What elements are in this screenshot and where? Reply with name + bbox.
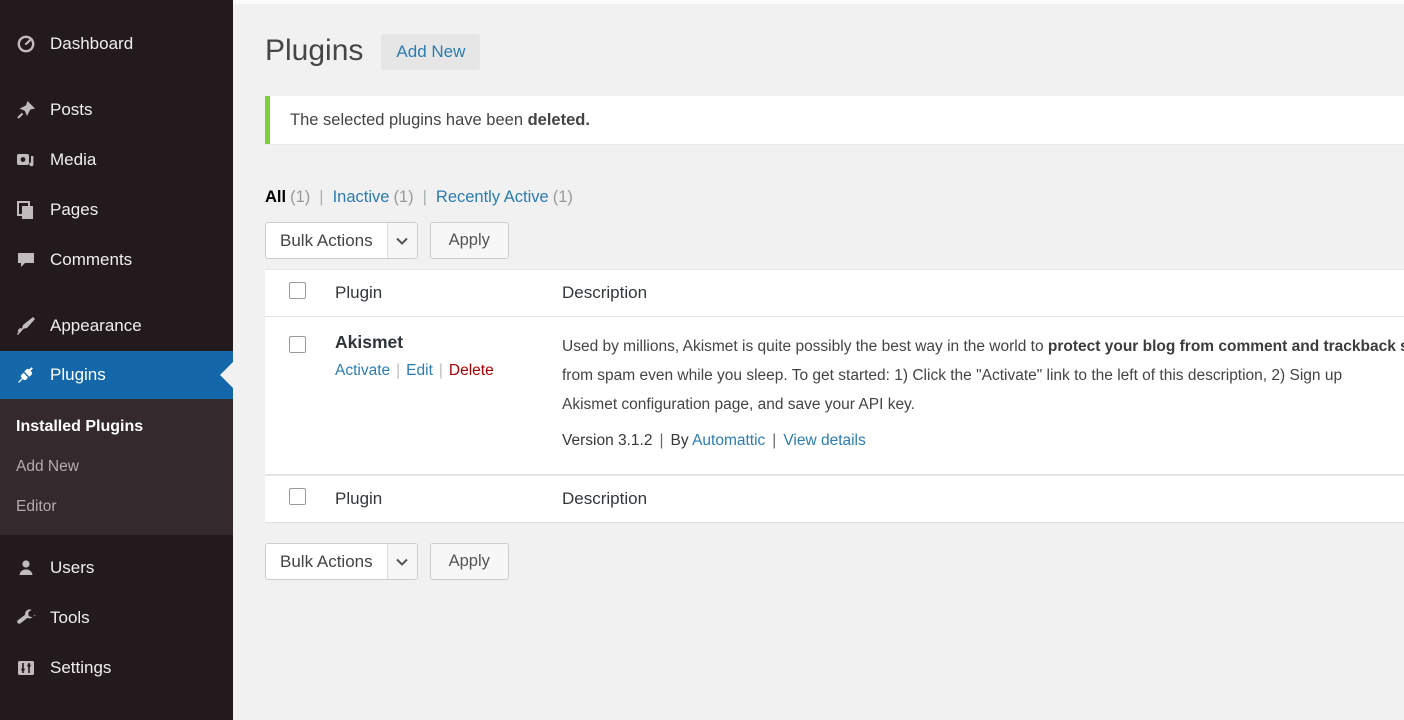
sidebar-item-appearance[interactable]: Appearance — [0, 301, 233, 351]
column-footer-description: Description — [562, 489, 647, 508]
sidebar-item-comments[interactable]: Comments — [0, 235, 233, 285]
tools-icon — [15, 607, 37, 629]
submenu-item-label: Installed Plugins — [16, 418, 143, 436]
filter-separator: | — [319, 188, 323, 207]
sidebar-item-label: Plugins — [50, 365, 106, 385]
description-text: Used by millions, Akismet is quite possi… — [562, 338, 1048, 355]
plugin-status-filters: All(1) | Inactive(1) | Recently Active(1… — [265, 188, 1404, 207]
select-all-checkbox[interactable] — [289, 282, 306, 299]
plugins-submenu: Installed Plugins Add New Editor — [0, 399, 233, 535]
by-label: By — [671, 432, 689, 449]
sidebar-item-label: Media — [50, 150, 96, 170]
activate-link[interactable]: Activate — [335, 362, 390, 379]
meta-separator: | — [659, 432, 663, 449]
filter-count: (1) — [393, 188, 413, 207]
filter-all-link[interactable]: All — [265, 188, 286, 207]
sidebar-item-plugins[interactable]: Plugins — [0, 351, 233, 399]
plugin-meta-line: Version 3.1.2 | By Automattic | View details — [562, 432, 1404, 450]
chevron-down-icon — [387, 223, 417, 258]
collapse-menu-button[interactable]: Collapse menu — [0, 705, 233, 720]
filter-inactive-link[interactable]: Inactive — [333, 188, 390, 207]
plugins-table: Plugin Description Akismet Activate | Edit… — [265, 269, 1404, 523]
column-header-description: Description — [562, 283, 647, 302]
table-header-row: Plugin Description — [265, 269, 1404, 317]
success-notice: The selected plugins have been deleted. — [265, 96, 1404, 144]
row-actions: Activate | Edit | Delete — [335, 362, 562, 380]
notice-text: The selected plugins have been — [290, 111, 528, 129]
settings-icon — [15, 657, 37, 679]
filter-separator: | — [423, 188, 427, 207]
author-link[interactable]: Automattic — [692, 432, 765, 449]
sidebar-item-label: Settings — [50, 658, 111, 678]
table-row-akismet: Akismet Activate | Edit | Delete Used by mil… — [265, 317, 1404, 475]
bulk-actions-top: Bulk Actions Apply — [265, 222, 1404, 259]
view-details-link[interactable]: View details — [783, 432, 865, 449]
sidebar-item-label: Dashboard — [50, 34, 133, 54]
apply-button-bottom[interactable]: Apply — [430, 543, 509, 580]
filter-label: Recently Active — [436, 188, 549, 206]
main-content: Plugins Add New The selected plugins hav… — [233, 0, 1404, 580]
column-header-plugin: Plugin — [335, 283, 382, 302]
submenu-editor[interactable]: Editor — [0, 487, 233, 527]
action-separator: | — [439, 362, 443, 379]
sidebar-item-label: Tools — [50, 608, 90, 628]
pages-icon — [15, 199, 37, 221]
sidebar-item-settings[interactable]: Settings — [0, 643, 233, 693]
filter-recently-active-link[interactable]: Recently Active — [436, 188, 549, 207]
sidebar-item-label: Appearance — [50, 316, 142, 336]
sidebar-item-dashboard[interactable]: Dashboard — [0, 19, 233, 69]
plugin-description-line: Used by millions, Akismet is quite possi… — [562, 332, 1404, 361]
apply-button[interactable]: Apply — [430, 222, 509, 259]
column-footer-plugin: Plugin — [335, 489, 382, 508]
bulk-actions-selected-value: Bulk Actions — [266, 552, 387, 572]
filter-label: Inactive — [333, 188, 390, 206]
sidebar-item-label: Posts — [50, 100, 93, 120]
admin-sidebar: Dashboard Posts Media Pages Comments App… — [0, 0, 233, 720]
sidebar-item-posts[interactable]: Posts — [0, 85, 233, 135]
filter-count: (1) — [290, 188, 310, 207]
bulk-actions-select[interactable]: Bulk Actions — [265, 222, 418, 259]
media-icon — [15, 149, 37, 171]
sidebar-item-pages[interactable]: Pages — [0, 185, 233, 235]
submenu-item-label: Editor — [16, 498, 57, 516]
users-icon — [15, 557, 37, 579]
page-title: Plugins — [265, 33, 363, 69]
edit-link[interactable]: Edit — [406, 362, 433, 379]
bulk-actions-selected-value: Bulk Actions — [266, 231, 387, 251]
sidebar-item-media[interactable]: Media — [0, 135, 233, 185]
submenu-add-new[interactable]: Add New — [0, 447, 233, 487]
description-text-bold: protect your blog from comment and track… — [1048, 338, 1404, 355]
add-new-button[interactable]: Add New — [381, 34, 480, 70]
version-label: Version 3.1.2 — [562, 432, 652, 449]
filter-label: All — [265, 188, 286, 206]
plugin-description-line: Akismet configuration page, and save you… — [562, 390, 1404, 419]
bulk-actions-bottom: Bulk Actions Apply — [265, 543, 1404, 580]
select-all-checkbox-bottom[interactable] — [289, 488, 306, 505]
filter-count: (1) — [553, 188, 573, 207]
comment-icon — [15, 249, 37, 271]
plugin-name: Akismet — [335, 332, 562, 353]
appearance-icon — [15, 315, 37, 337]
notice-text-bold: deleted. — [528, 111, 590, 129]
dashboard-icon — [15, 33, 37, 55]
delete-link[interactable]: Delete — [449, 362, 494, 379]
bulk-actions-select-bottom[interactable]: Bulk Actions — [265, 543, 418, 580]
plugin-description-line: from spam even while you sleep. To get s… — [562, 361, 1404, 390]
sidebar-item-label: Users — [50, 558, 94, 578]
action-separator: | — [396, 362, 400, 379]
sidebar-item-users[interactable]: Users — [0, 543, 233, 593]
submenu-item-label: Add New — [16, 458, 79, 476]
plugin-icon — [15, 364, 37, 386]
sidebar-item-tools[interactable]: Tools — [0, 593, 233, 643]
submenu-installed-plugins[interactable]: Installed Plugins — [0, 407, 233, 447]
pin-icon — [15, 99, 37, 121]
table-footer-row: Plugin Description — [265, 475, 1404, 523]
sidebar-item-label: Comments — [50, 250, 132, 270]
row-checkbox[interactable] — [289, 336, 306, 353]
chevron-down-icon — [387, 544, 417, 579]
sidebar-item-label: Pages — [50, 200, 98, 220]
meta-separator: | — [772, 432, 776, 449]
